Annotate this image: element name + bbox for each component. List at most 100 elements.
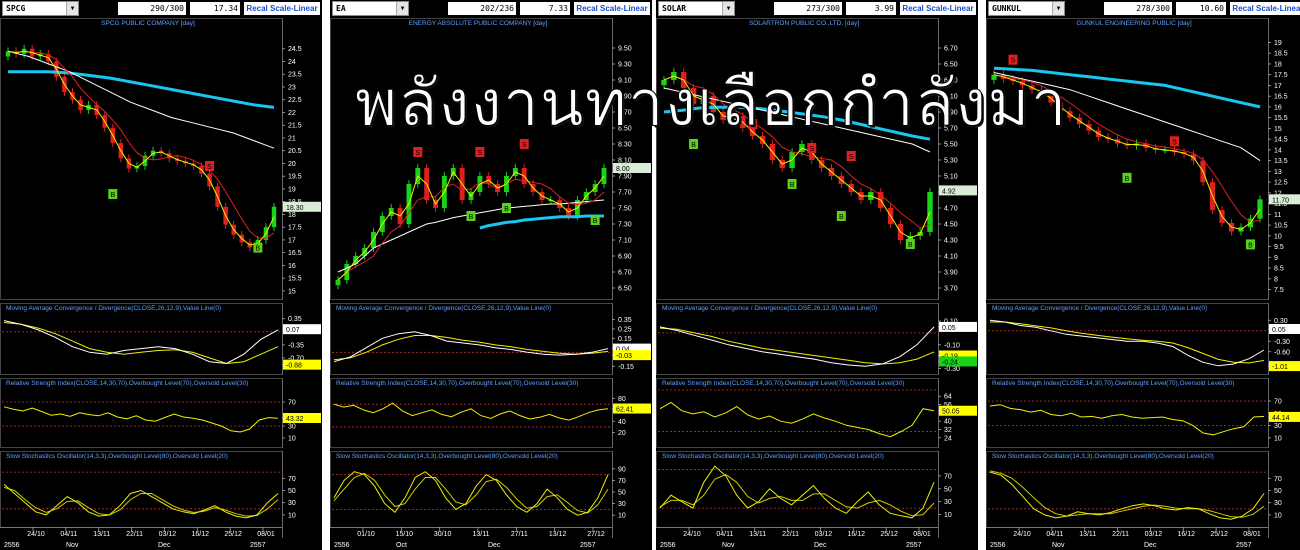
date-tick: 13/11 <box>473 531 490 538</box>
period-tick: Dec <box>814 542 827 549</box>
price-tick: 24.5 <box>288 46 302 53</box>
period-tick: 2557 <box>1236 542 1252 549</box>
period-tick: Nov <box>722 542 735 549</box>
price-tick: 23 <box>288 84 296 91</box>
price-tick: 16.5 <box>1274 94 1288 101</box>
buy-signal-label: B <box>469 214 474 221</box>
price-tick: 5.30 <box>944 158 958 165</box>
price-tick: 9.50 <box>618 46 632 53</box>
price-tick: 19.5 <box>288 174 302 181</box>
price-tick: 4.30 <box>944 238 958 245</box>
date-tick: 08/01 <box>913 531 931 538</box>
price-tick: 6.70 <box>944 46 958 53</box>
rsi-line <box>989 404 1265 436</box>
rsi-tick: 80 <box>618 396 626 403</box>
buy-signal-label: B <box>504 206 509 213</box>
price-tick: 16 <box>1274 104 1282 111</box>
price-tick: 14.5 <box>1274 137 1288 144</box>
period-tick: Dec <box>1144 542 1157 549</box>
section-frame <box>986 18 1269 300</box>
price-tick: 16 <box>288 263 296 270</box>
rsi-title: Relative Strength Index(CLOSE,14,30,70),… <box>662 380 904 387</box>
stoch-tick: 50 <box>944 486 952 493</box>
buy-signal-label: B <box>110 192 115 199</box>
period-tick: 2557 <box>250 542 266 549</box>
ma-mid-line <box>7 50 275 239</box>
date-tick: 01/10 <box>357 531 375 538</box>
price-tick: 14 <box>1274 147 1282 154</box>
price-tick: 9.10 <box>618 78 632 85</box>
stoch-tick: 50 <box>618 490 626 497</box>
period-tick: Nov <box>1052 542 1065 549</box>
macd-tick: -0.15 <box>618 364 634 371</box>
stoch-title: Slow Stochastics Oscillator(14,3,3),Over… <box>992 453 1214 460</box>
price-tick: 22 <box>288 110 296 117</box>
price-tick: 5.10 <box>944 174 958 181</box>
rsi-value-label: 43.32 <box>286 416 304 423</box>
buy-signal-label: B <box>593 218 598 225</box>
rsi-tick: 40 <box>944 419 952 426</box>
price-tick: 6.90 <box>618 254 632 261</box>
period-tick: Oct <box>396 542 407 549</box>
stoch-line <box>333 471 609 516</box>
period-tick: 2556 <box>4 542 20 549</box>
stoch-title: Slow Stochastics Oscillator(14,3,3),Over… <box>6 453 228 460</box>
macd-value-label: 0.05 <box>1272 327 1286 334</box>
macd-line <box>3 320 279 365</box>
candle <box>335 280 341 286</box>
macd-title: Moving Average Convergence / Divergence(… <box>662 305 877 312</box>
price-tick: 6.30 <box>944 78 958 85</box>
date-tick: 03/12 <box>815 531 833 538</box>
price-tick: 24 <box>288 59 296 66</box>
price-tick: 7.50 <box>618 206 632 213</box>
ma-vlong-line <box>479 214 604 230</box>
price-tick: 4.50 <box>944 222 958 229</box>
section-frame <box>656 18 939 300</box>
rsi-tick: 10 <box>1274 435 1282 442</box>
price-tick: 23.5 <box>288 72 302 79</box>
macd-tick: -0.10 <box>944 342 960 349</box>
macd-tick: -0.60 <box>1274 349 1290 356</box>
price-tick: 17.5 <box>1274 72 1288 79</box>
rsi-tick: 64 <box>944 394 952 401</box>
price-tick: 21.5 <box>288 123 302 130</box>
section-frame <box>656 303 939 375</box>
price-tick: 8.90 <box>618 94 632 101</box>
date-tick: 15/10 <box>396 531 414 538</box>
date-tick: 22/11 <box>1112 531 1129 538</box>
period-tick: Dec <box>158 542 171 549</box>
stoch-tick: 50 <box>288 488 296 495</box>
price-tick: 7.30 <box>618 222 632 229</box>
date-tick: 13/11 <box>1079 531 1096 538</box>
stoch-tick: 90 <box>618 466 626 473</box>
stoch-signal-line <box>989 470 1265 518</box>
macd-tick: -0.35 <box>288 342 304 349</box>
stoch-title: Slow Stochastics Oscillator(14,3,3),Over… <box>662 453 884 460</box>
date-tick: 16/12 <box>848 531 866 538</box>
date-tick: 13/11 <box>749 531 766 538</box>
price-tick: 5.50 <box>944 142 958 149</box>
sell-signal-label: S <box>522 142 527 149</box>
macd-tick: 0.35 <box>288 316 302 323</box>
macd-signal-line <box>990 321 1265 364</box>
rsi-line <box>333 402 609 421</box>
price-tick: 7.10 <box>618 238 632 245</box>
date-tick: 08/01 <box>1243 531 1261 538</box>
rsi-title: Relative Strength Index(CLOSE,14,30,70),… <box>992 380 1234 387</box>
sell-signal-label: S <box>1011 58 1016 65</box>
date-tick: 16/12 <box>1178 531 1196 538</box>
stoch-tick: 30 <box>944 499 952 506</box>
macd-tick: -0.30 <box>1274 339 1290 346</box>
price-tick: 19 <box>288 186 296 193</box>
price-tick: 8.70 <box>618 110 632 117</box>
price-tick: 18 <box>288 212 296 219</box>
price-tick: 3.90 <box>944 270 958 277</box>
price-tick: 6.50 <box>618 286 632 293</box>
period-tick: 2557 <box>580 542 596 549</box>
period-tick: 2556 <box>660 542 676 549</box>
macd-title: Moving Average Convergence / Divergence(… <box>6 305 221 312</box>
section-frame <box>0 303 283 375</box>
date-tick: 04/11 <box>1046 531 1063 538</box>
stoch-tick: 70 <box>944 473 952 480</box>
price-tick: 9.5 <box>1274 244 1284 251</box>
